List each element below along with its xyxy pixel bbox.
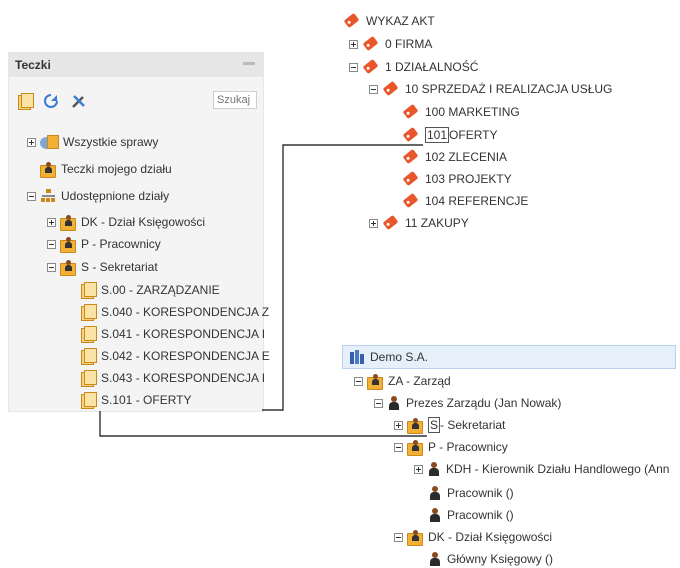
connector-to-org xyxy=(99,411,427,437)
connector-to-catalog xyxy=(262,144,423,411)
connector-lines xyxy=(99,144,427,437)
